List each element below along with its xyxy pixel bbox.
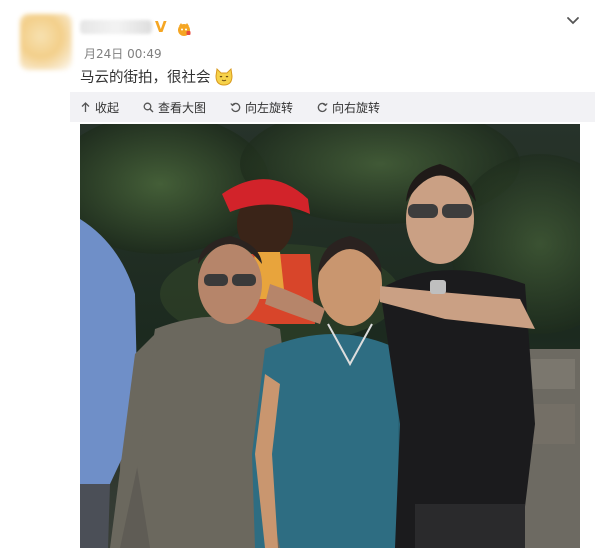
rotate-right-button[interactable]: 向右旋转 xyxy=(317,99,380,116)
post-photo[interactable] xyxy=(80,124,580,548)
post-text-content: 马云的街拍，很社会 xyxy=(80,70,211,86)
rotate-left-label: 向左旋转 xyxy=(245,100,294,115)
street-photo-image xyxy=(80,124,580,548)
view-large-label: 查看大图 xyxy=(158,100,207,115)
search-icon xyxy=(143,102,154,112)
rotate-right-label: 向右旋转 xyxy=(332,100,381,115)
username-blurred[interactable] xyxy=(80,20,152,34)
chevron-down-icon[interactable] xyxy=(566,14,580,28)
image-toolbar: 收起 查看大图 向左旋转 向右旋转 xyxy=(70,92,595,122)
post-timestamp[interactable]: 月24日 00:49 xyxy=(84,45,162,62)
rotate-left-icon xyxy=(230,102,241,112)
rotate-right-icon xyxy=(317,102,328,112)
collapse-label: 收起 xyxy=(95,100,120,115)
rotate-left-button[interactable]: 向左旋转 xyxy=(230,99,293,116)
post-text: 马云的街拍，很社会 xyxy=(80,66,235,87)
avatar[interactable] xyxy=(20,14,72,70)
collapse-button[interactable]: 收起 xyxy=(80,99,119,116)
arrow-up-icon xyxy=(81,101,90,112)
smirking-cat-emoji-icon xyxy=(214,67,233,86)
view-large-button[interactable]: 查看大图 xyxy=(143,99,206,116)
verified-badge: V xyxy=(155,18,167,36)
cat-badge-icon xyxy=(178,23,191,36)
